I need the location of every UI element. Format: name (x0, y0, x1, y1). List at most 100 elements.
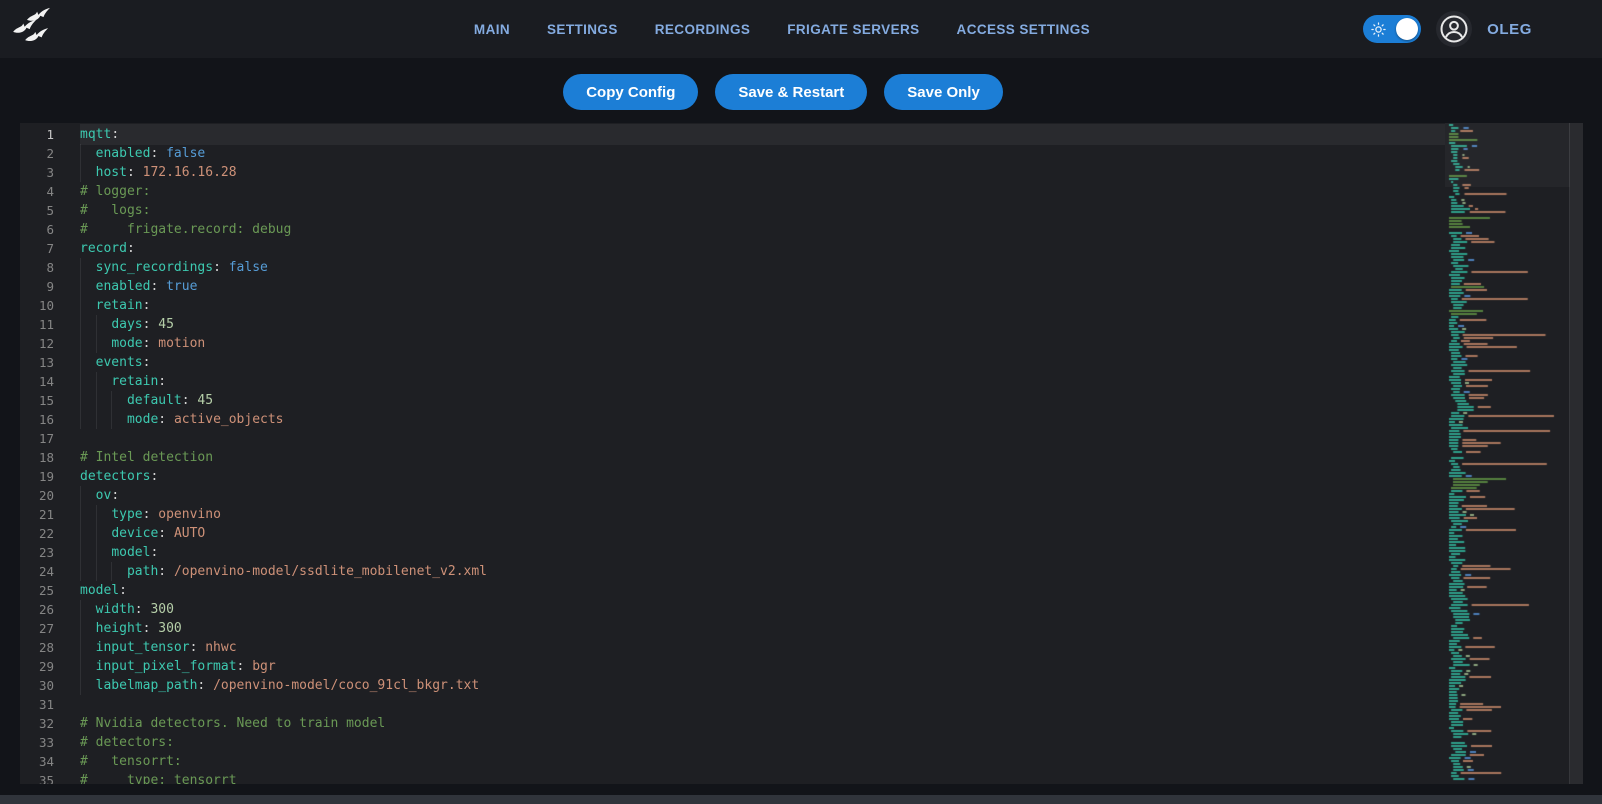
toggle-knob (1396, 18, 1418, 40)
save-restart-button[interactable]: Save & Restart (715, 74, 867, 110)
line-content: path: /openvino-model/ssdlite_mobilenet_… (80, 562, 1445, 581)
line-content: sync_recordings: false (80, 258, 1445, 277)
line-content: enabled: false (80, 144, 1445, 163)
line-number: 20 (20, 486, 80, 505)
indent-guide (80, 562, 81, 581)
indent-guide (80, 657, 81, 676)
minimap-slider[interactable] (1445, 123, 1570, 187)
nav-link-recordings[interactable]: RECORDINGS (655, 22, 751, 37)
editor-line: 35# type: tensorrt (20, 771, 1445, 784)
indent-guide (80, 619, 81, 638)
editor-line: 20 ov: (20, 486, 1445, 505)
theme-toggle[interactable] (1363, 15, 1421, 43)
editor-line: 2 enabled: false (20, 144, 1445, 163)
line-content: default: 45 (80, 391, 1445, 410)
indent-guide (80, 163, 81, 182)
line-number: 30 (20, 676, 80, 695)
line-number: 32 (20, 714, 80, 733)
nav-link-settings[interactable]: SETTINGS (547, 22, 618, 37)
line-content: detectors: (80, 467, 1445, 486)
line-content: events: (80, 353, 1445, 372)
editor-line: 16 mode: active_objects (20, 410, 1445, 429)
editor-line: 31 (20, 695, 1445, 714)
nav-link-frigate-servers[interactable]: FRIGATE SERVERS (787, 22, 919, 37)
config-toolbar: Copy Config Save & Restart Save Only (0, 74, 1584, 110)
editor-line: 4# logger: (20, 182, 1445, 201)
minimap-canvas (1445, 123, 1570, 784)
line-number: 4 (20, 182, 80, 201)
line-number: 15 (20, 391, 80, 410)
line-content: labelmap_path: /openvino-model/coco_91cl… (80, 676, 1445, 695)
indent-guide (80, 524, 81, 543)
line-number: 10 (20, 296, 80, 315)
minimap[interactable] (1445, 123, 1570, 784)
line-content: # detectors: (80, 733, 1445, 752)
user-avatar[interactable] (1436, 11, 1472, 47)
line-content: retain: (80, 372, 1445, 391)
editor-line: 24 path: /openvino-model/ssdlite_mobilen… (20, 562, 1445, 581)
line-number: 11 (20, 315, 80, 334)
line-number: 35 (20, 771, 80, 784)
line-content: # tensorrt: (80, 752, 1445, 771)
line-content: retain: (80, 296, 1445, 315)
editor-line: 21 type: openvino (20, 505, 1445, 524)
editor-line: 18# Intel detection (20, 448, 1445, 467)
line-number: 33 (20, 733, 80, 752)
line-number: 8 (20, 258, 80, 277)
username-label[interactable]: OLEG (1487, 21, 1532, 38)
indent-guide (80, 486, 81, 505)
indent-guide (111, 391, 112, 410)
line-content: input_pixel_format: bgr (80, 657, 1445, 676)
line-number: 24 (20, 562, 80, 581)
indent-guide (80, 543, 81, 562)
line-content: # Nvidia detectors. Need to train model (80, 714, 1445, 733)
editor-line: 17 (20, 429, 1445, 448)
copy-config-button[interactable]: Copy Config (563, 74, 698, 110)
editor-code-area[interactable]: 1mqtt:2 enabled: false3 host: 172.16.16.… (20, 123, 1445, 784)
indent-guide (80, 391, 81, 410)
indent-guide (80, 144, 81, 163)
nav-link-access-settings[interactable]: ACCESS SETTINGS (957, 22, 1091, 37)
save-only-button[interactable]: Save Only (884, 74, 1003, 110)
indent-guide (80, 334, 81, 353)
indent-guide (111, 562, 112, 581)
yaml-config-editor: 1mqtt:2 enabled: false3 host: 172.16.16.… (20, 123, 1583, 784)
indent-guide (80, 277, 81, 296)
editor-line: 9 enabled: true (20, 277, 1445, 296)
editor-line: 5# logs: (20, 201, 1445, 220)
line-number: 1 (20, 125, 80, 144)
indent-guide (111, 410, 112, 429)
line-number: 34 (20, 752, 80, 771)
editor-line: 19detectors: (20, 467, 1445, 486)
editor-line: 29 input_pixel_format: bgr (20, 657, 1445, 676)
line-content: mode: active_objects (80, 410, 1445, 429)
editor-line: 25model: (20, 581, 1445, 600)
editor-line: 1mqtt: (20, 125, 1445, 144)
indent-guide (80, 600, 81, 619)
line-content: device: AUTO (80, 524, 1445, 543)
line-content: # type: tensorrt (80, 771, 1445, 784)
page-horizontal-scrollbar[interactable] (0, 795, 1602, 804)
editor-line: 26 width: 300 (20, 600, 1445, 619)
editor-line: 3 host: 172.16.16.28 (20, 163, 1445, 182)
indent-guide (96, 372, 97, 391)
line-number: 21 (20, 505, 80, 524)
line-number: 23 (20, 543, 80, 562)
frigate-logo-icon[interactable] (12, 7, 64, 53)
line-content: model: (80, 543, 1445, 562)
indent-guide (80, 258, 81, 277)
line-content: mqtt: (80, 125, 1445, 144)
line-number: 9 (20, 277, 80, 296)
editor-line: 7record: (20, 239, 1445, 258)
line-number: 28 (20, 638, 80, 657)
line-number: 16 (20, 410, 80, 429)
editor-line: 28 input_tensor: nhwc (20, 638, 1445, 657)
line-content: days: 45 (80, 315, 1445, 334)
indent-guide (96, 410, 97, 429)
nav-link-main[interactable]: MAIN (474, 22, 510, 37)
indent-guide (96, 334, 97, 353)
line-content (80, 429, 1445, 448)
line-number: 22 (20, 524, 80, 543)
indent-guide (80, 353, 81, 372)
editor-vertical-scrollbar[interactable] (1569, 123, 1583, 784)
